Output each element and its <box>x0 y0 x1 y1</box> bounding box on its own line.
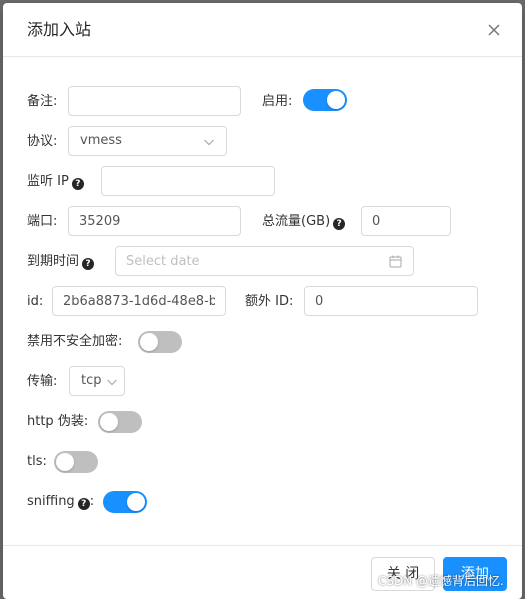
switch-knob <box>127 493 145 511</box>
dialog-header: 添加入站 <box>3 3 522 57</box>
id-input[interactable] <box>52 286 226 316</box>
disable-insecure-switch[interactable] <box>138 331 182 353</box>
tls-label: tls: <box>27 454 47 469</box>
question-circle-icon[interactable]: ? <box>82 258 95 270</box>
port-label: 端口: <box>27 214 58 229</box>
listen-ip-input[interactable] <box>101 166 275 196</box>
sniffing-switch[interactable] <box>103 491 147 513</box>
total-traffic-input[interactable] <box>361 206 451 236</box>
total-traffic-label: 总流量(GB)? <box>262 206 346 238</box>
question-circle-icon[interactable]: ? <box>77 498 90 510</box>
question-circle-icon[interactable]: ? <box>333 218 346 230</box>
expiry-input[interactable] <box>116 246 376 276</box>
alter-id-label: 额外 ID: <box>245 294 294 309</box>
transport-value: tcp <box>81 373 102 388</box>
expiry-label: 到期时间? <box>27 246 95 278</box>
http-obfs-label: http 伪装: <box>27 414 89 429</box>
calendar-icon <box>389 255 402 268</box>
enable-switch[interactable] <box>303 89 347 111</box>
transport-select[interactable]: tcp <box>69 366 125 396</box>
id-label: id: <box>27 294 44 309</box>
chevron-down-icon <box>204 139 214 146</box>
remark-input[interactable] <box>68 86 241 116</box>
watermark: CSDN @遗憾背后回忆. <box>378 574 504 588</box>
sniffing-label: sniffing?: <box>27 494 95 510</box>
protocol-label: 协议: <box>27 134 58 149</box>
alter-id-input[interactable] <box>304 286 478 316</box>
switch-knob <box>56 453 74 471</box>
port-input[interactable] <box>68 206 241 236</box>
close-icon[interactable] <box>483 19 505 41</box>
tls-switch[interactable] <box>54 451 98 473</box>
question-circle-icon[interactable]: ? <box>71 178 84 190</box>
switch-knob <box>140 333 158 351</box>
expiry-datepicker[interactable] <box>115 246 414 276</box>
enable-label: 启用: <box>262 94 293 109</box>
add-inbound-dialog: 添加入站 备注: 启用: 协议: vmess 监听 IP? 端口: 总流量(GB… <box>3 3 522 599</box>
protocol-select[interactable]: vmess <box>68 126 227 156</box>
disable-insecure-label: 禁用不安全加密: <box>27 334 123 349</box>
transport-label: 传输: <box>27 374 58 389</box>
switch-knob <box>100 413 118 431</box>
switch-knob <box>327 91 345 109</box>
http-obfs-switch[interactable] <box>98 411 142 433</box>
protocol-value: vmess <box>80 133 122 148</box>
listen-ip-label: 监听 IP? <box>27 166 84 198</box>
dialog-title: 添加入站 <box>27 20 92 39</box>
chevron-down-icon <box>107 379 117 386</box>
remark-label: 备注: <box>27 94 58 109</box>
